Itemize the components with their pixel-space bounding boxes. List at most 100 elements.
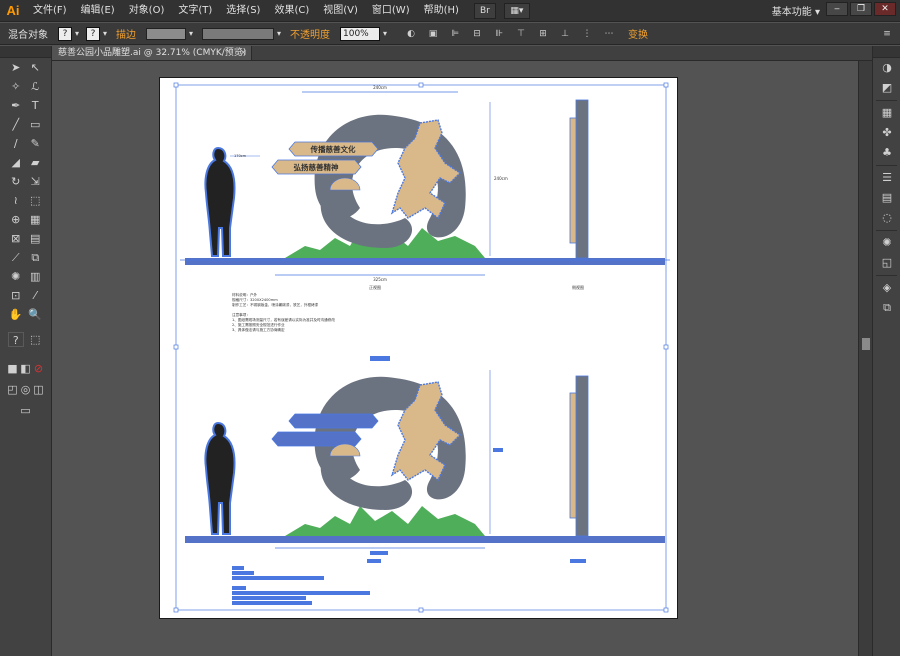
graph-tool-icon[interactable]: ▥ <box>27 269 43 284</box>
free-transform-icon[interactable]: ⬚ <box>27 193 43 208</box>
chevron-down-icon[interactable]: ▾ <box>72 27 82 41</box>
chevron-down-icon[interactable]: ▾ <box>100 27 110 41</box>
align-right-icon[interactable]: ⊪ <box>492 28 506 40</box>
brush-style-field[interactable] <box>202 27 274 40</box>
artboard[interactable]: 传播慈善文化 弘扬慈善精神 170cm 240cm 240cm 325cm 正视… <box>159 77 678 619</box>
draw-inside-icon[interactable]: ◫ <box>32 382 45 397</box>
mesh-tool-icon[interactable]: ⊠ <box>8 231 24 246</box>
artwork-svg: 传播慈善文化 弘扬慈善精神 170cm 240cm 240cm 325cm 正视… <box>173 82 670 613</box>
blob-brush-icon[interactable]: ◢ <box>8 155 24 170</box>
opacity-input[interactable]: 100% <box>340 26 380 41</box>
appearance-icon[interactable]: ✺ <box>873 233 900 253</box>
scroll-thumb[interactable] <box>862 338 870 350</box>
symbol-sprayer-icon[interactable]: ✺ <box>8 269 24 284</box>
fill-swatch[interactable]: ? <box>58 26 72 41</box>
menu-window[interactable]: 窗口(W) <box>365 0 417 22</box>
align-middle-icon[interactable]: ⊞ <box>536 28 550 40</box>
panel-grip[interactable] <box>0 46 51 58</box>
transform-link[interactable]: 变换 <box>628 26 648 41</box>
none-mode-icon[interactable]: ⊘ <box>32 361 45 376</box>
workspace-label: 基本功能 <box>771 7 812 18</box>
type-tool-icon[interactable]: T <box>27 98 43 113</box>
close-icon[interactable]: × <box>239 46 247 60</box>
shape-builder-icon[interactable]: ⊕ <box>8 212 24 227</box>
color-guide-icon[interactable]: ◩ <box>873 78 900 98</box>
gradient-panel-icon[interactable]: ▤ <box>873 188 900 208</box>
scale-tool-icon[interactable]: ⇲ <box>27 174 43 189</box>
perspective-grid-icon[interactable]: ▦ <box>27 212 43 227</box>
magic-wand-icon[interactable]: ✧ <box>8 79 24 94</box>
align-left-icon[interactable]: ⊫ <box>448 28 462 40</box>
graphic-styles-icon[interactable]: ◱ <box>873 253 900 273</box>
arrange-documents-button[interactable]: ▦▾ <box>503 2 530 19</box>
menu-help[interactable]: 帮助(H) <box>417 0 466 22</box>
stroke-swatch[interactable]: ? <box>86 26 100 41</box>
workspace-switcher[interactable]: 基本功能 ▾ <box>772 3 820 18</box>
stroke-link[interactable]: 描边 <box>116 26 136 41</box>
distribute-h-icon[interactable]: ⋯ <box>602 28 616 40</box>
swatches-icon[interactable]: ▦ <box>873 103 900 123</box>
eraser-icon[interactable]: ▰ <box>27 155 43 170</box>
recolor-icon[interactable]: ◐ <box>404 28 418 40</box>
line-tool-icon[interactable]: ╱ <box>8 117 24 132</box>
chevron-down-icon[interactable]: ▾ <box>274 27 284 41</box>
brushes-icon[interactable]: ✤ <box>873 123 900 143</box>
draw-behind-icon[interactable]: ◎ <box>19 382 32 397</box>
panel-menu-icon[interactable]: ≡ <box>880 28 894 40</box>
artboard-tool-icon[interactable]: ⊡ <box>8 288 24 303</box>
app-logo: Ai <box>6 3 20 18</box>
draw-normal-icon[interactable]: ◰ <box>6 382 19 397</box>
help-icon[interactable]: ? <box>7 332 24 347</box>
stroke-weight-field[interactable] <box>146 27 186 40</box>
panel-grip[interactable] <box>873 46 900 58</box>
menu-type[interactable]: 文字(T) <box>171 0 219 22</box>
document-tab[interactable]: 慈善公园小品雕塑.ai @ 32.71% (CMYK/预览) × <box>52 46 252 60</box>
selection-tool-icon[interactable]: ➤ <box>8 60 24 75</box>
slice-tool-icon[interactable]: ⁄ <box>27 288 43 303</box>
opacity-link[interactable]: 不透明度 <box>290 26 330 41</box>
color-mode-icon[interactable]: ■ <box>6 361 19 376</box>
gradient-tool-icon[interactable]: ▤ <box>27 231 43 246</box>
maximize-button[interactable]: ❐ <box>850 2 872 16</box>
paintbrush-icon[interactable]: ∕ <box>8 136 24 151</box>
fill-stroke-icon[interactable]: ⬚ <box>27 332 43 347</box>
lasso-icon[interactable]: ℒ <box>27 79 43 94</box>
gradient-mode-icon[interactable]: ◧ <box>19 361 32 376</box>
align-top-icon[interactable]: ⊤ <box>514 28 528 40</box>
pen-tool-icon[interactable]: ✒ <box>8 98 24 113</box>
menu-edit[interactable]: 编辑(E) <box>74 0 122 22</box>
align-to-icon[interactable]: ▣ <box>426 28 440 40</box>
direct-selection-tool-icon[interactable]: ↖ <box>27 60 43 75</box>
blend-tool-icon[interactable]: ⧉ <box>27 250 43 265</box>
symbols-icon[interactable]: ♣ <box>873 143 900 163</box>
menu-select[interactable]: 选择(S) <box>219 0 267 22</box>
warp-tool-icon[interactable]: ≀ <box>8 193 24 208</box>
distribute-icon[interactable]: ⋮ <box>580 28 594 40</box>
align-bottom-icon[interactable]: ⊥ <box>558 28 572 40</box>
menu-effect[interactable]: 效果(C) <box>267 0 316 22</box>
layers-icon[interactable]: ◈ <box>873 278 900 298</box>
menu-view[interactable]: 视图(V) <box>316 0 365 22</box>
close-window-button[interactable]: ✕ <box>874 2 896 16</box>
chevron-down-icon[interactable]: ▾ <box>186 27 196 41</box>
pencil-icon[interactable]: ✎ <box>27 136 43 151</box>
rectangle-tool-icon[interactable]: ▭ <box>27 117 43 132</box>
eyedropper-icon[interactable]: ⟋ <box>8 250 24 265</box>
rotate-tool-icon[interactable]: ↻ <box>8 174 24 189</box>
menu-file[interactable]: 文件(F) <box>26 0 74 22</box>
screen-mode-icon[interactable]: ▭ <box>18 403 34 418</box>
hand-tool-icon[interactable]: ✋ <box>8 307 24 322</box>
canvas-area[interactable]: 传播慈善文化 弘扬慈善精神 170cm 240cm 240cm 325cm 正视… <box>53 61 858 656</box>
artboards-icon[interactable]: ⧉ <box>873 298 900 318</box>
menu-object[interactable]: 对象(O) <box>122 0 172 22</box>
zoom-tool-icon[interactable]: 🔍 <box>27 307 43 322</box>
chevron-down-icon[interactable]: ▾ <box>380 27 390 41</box>
stroke-panel-icon[interactable]: ☰ <box>873 168 900 188</box>
transparency-icon[interactable]: ◌ <box>873 208 900 228</box>
align-center-icon[interactable]: ⊟ <box>470 28 484 40</box>
minimize-button[interactable]: ‒ <box>826 2 848 16</box>
vertical-scrollbar[interactable] <box>858 61 872 656</box>
bridge-button[interactable]: Br <box>473 2 496 19</box>
dimension-height: 240cm <box>494 176 508 181</box>
color-panel-icon[interactable]: ◑ <box>873 58 900 78</box>
